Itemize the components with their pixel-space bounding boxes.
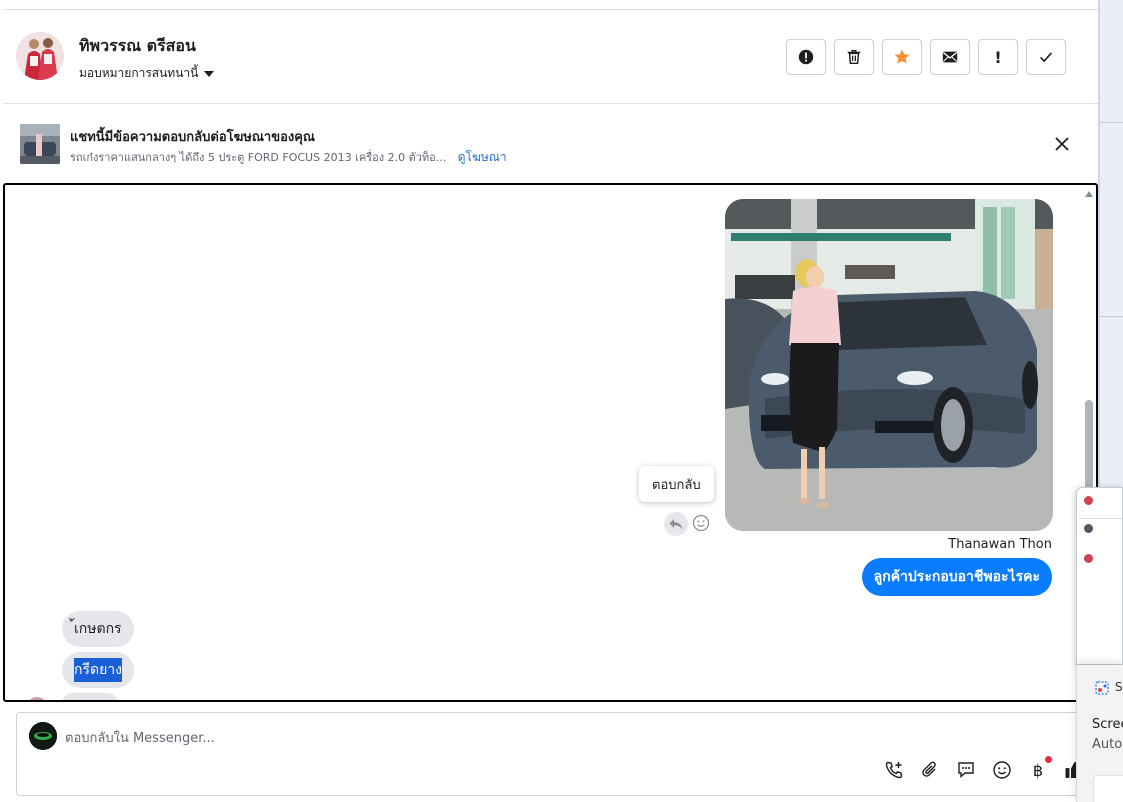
notification-dot [1045,756,1052,763]
header-actions: ! [786,39,1066,75]
saved-reply-icon [958,762,974,779]
ad-description-text: รถเก๋งราคาแสนกลางๆ ได้ถึง 5 ประตู FORD F… [70,151,447,164]
outgoing-message[interactable]: ลูกค้าประกอบอาชีพอะไรคะ [861,558,1052,596]
app-initial: S [1115,680,1123,694]
caret-down-icon [204,70,215,77]
mark-unread-button[interactable] [930,39,970,75]
snipping-notification[interactable]: S Scree Auto [1076,665,1123,802]
assign-conversation-dropdown[interactable]: มอบหมายการสนทนานี้ [79,64,215,83]
smile-icon[interactable] [691,513,711,533]
call-add-icon [885,761,903,779]
attachment-icon [922,761,936,777]
envelope-icon [942,51,958,63]
composer-toolbar: ฿ [883,756,1085,781]
ad-banner-title: แชทนี้มีข้อความตอบกลับต่อโฆษณาของคุณ [70,130,315,145]
image-message[interactable] [725,199,1053,531]
message-thread[interactable]: Thanawan Thon ลูกค้าประกอบอาชีพอะไรคะ ตอ… [3,183,1098,702]
star-icon [894,49,910,64]
conversation-panel: ทิพวรรณ ตรีสอน มอบหมายการสนทนานี้ ! แชทน… [3,0,1098,802]
star-button[interactable] [882,39,922,75]
divider [1079,518,1122,519]
assign-label: มอบหมายการสนทนานี้ [79,66,199,80]
delete-button[interactable] [834,39,874,75]
divider [1100,122,1123,123]
selected-text: กรีดยาง [74,658,122,682]
baht-payment-icon: ฿ [1032,760,1044,780]
preview-row [1084,524,1093,533]
incoming-message[interactable]: ้เกษตกร [62,611,134,647]
contact-avatar[interactable] [16,32,64,80]
ad-description: รถเก๋งราคาแสนกลางๆ ได้ถึง 5 ประตู FORD F… [70,148,507,167]
notification-preview[interactable] [1093,775,1123,802]
conversation-header: ทิพวรรณ ตรีสอน มอบหมายการสนทนานี้ ! [4,10,1098,104]
notification-subtitle: Auto [1092,737,1123,752]
mark-done-button[interactable] [1026,39,1066,75]
reply-input[interactable] [65,727,965,749]
incoming-message[interactable]: กรีดยาง [62,652,134,688]
messenger-inbox-page: ทิพวรรณ ตรีสอน มอบหมายการสนทนานี้ ! แชทน… [0,0,1123,802]
preview-row [1084,496,1093,505]
check-icon [1040,52,1053,63]
mark-spam-button[interactable] [786,39,826,75]
message-composer: ฿ [16,712,1098,796]
preview-row [1084,554,1093,563]
spam-icon [798,49,814,65]
contact-mini-avatar [27,697,47,700]
sender-name: Thanawan Thon [948,537,1052,552]
ad-thumbnail[interactable] [20,124,60,164]
saved-replies-button[interactable] [955,759,977,781]
page-avatar [29,722,57,750]
scroll-up-arrow-icon[interactable] [1085,191,1093,197]
emoji-button[interactable] [991,759,1013,781]
close-icon[interactable] [1052,134,1072,154]
follow-up-icon: ! [994,47,1002,67]
follow-up-button[interactable]: ! [978,39,1018,75]
attach-button[interactable] [919,759,941,781]
divider [1100,316,1123,317]
notification-title: Scree [1092,717,1123,732]
emoji-icon [993,761,1011,779]
ad-reply-banner: แชทนี้มีข้อความตอบกลับต่อโฆษณาของคุณ รถเ… [4,105,1098,183]
incoming-message-partial[interactable] [62,693,118,700]
reply-icon[interactable] [664,512,688,536]
scrollbar-thumb[interactable] [1085,400,1093,490]
contact-name: ทิพวรรณ ตรีสอน [79,36,196,55]
payment-button[interactable]: ฿ [1027,756,1052,781]
call-button[interactable] [883,759,905,781]
view-ad-link[interactable]: ดูโฆษณา [458,150,507,164]
preview-popup[interactable] [1076,487,1123,665]
snipping-tool-icon [1095,681,1109,695]
reply-tooltip: ตอบกลับ [639,466,714,502]
trash-icon [847,49,861,65]
